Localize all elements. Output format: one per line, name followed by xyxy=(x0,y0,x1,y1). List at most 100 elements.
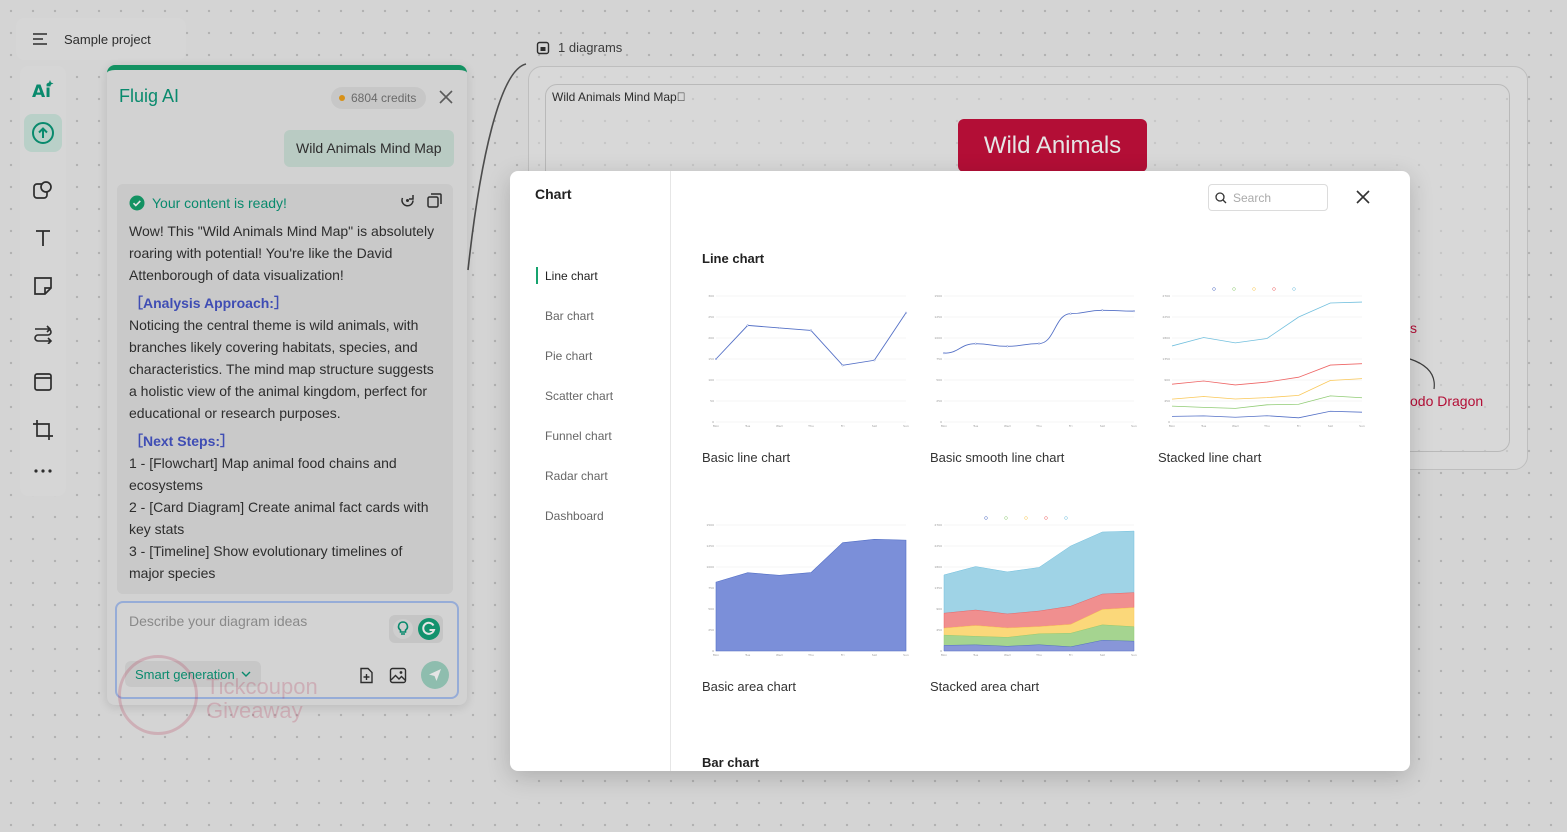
series-line xyxy=(1171,301,1363,347)
x-tick-label: Tue xyxy=(744,424,750,428)
chart-card[interactable]: 0 450 900 1350 1800 2250 2700 Mon Tue Wed Thu Fri Sa… xyxy=(1158,286,1368,465)
y-tick-label: 1350 xyxy=(1162,357,1170,361)
chart-card-label: Basic line chart xyxy=(702,450,791,465)
y-tick-label: 1250 xyxy=(934,315,942,319)
legend-marker xyxy=(1252,287,1256,291)
x-tick-label: Sun xyxy=(1131,653,1137,657)
basic-area-chart-thumbnail: 0250500750100012501500Mon Tue Wed Thu Fri Sat… xyxy=(706,523,909,657)
y-tick-label: 750 xyxy=(708,586,714,590)
chart-gallery: Line chart 0 50 100 150 200 250 300 Mon Tue Wed Th… xyxy=(702,171,1402,771)
y-tick-label: 1000 xyxy=(934,336,942,340)
y-tick-label: 250 xyxy=(708,628,714,632)
data-point xyxy=(974,342,977,345)
y-tick-label: 450 xyxy=(1164,399,1170,403)
x-tick-label: Sun xyxy=(903,424,909,428)
legend-marker xyxy=(984,516,988,520)
y-tick-label: 150 xyxy=(708,357,714,361)
basic-line-chart-thumbnail: 050100150200250300Mon Tue Wed Thu Fri Sat Sun xyxy=(708,294,909,428)
nav-bar-chart[interactable]: Bar chart xyxy=(536,305,613,345)
y-tick-label: 2700 xyxy=(1162,294,1170,298)
legend-marker xyxy=(1272,287,1276,291)
y-tick-label: 1350 xyxy=(934,586,942,590)
x-tick-label: Tue xyxy=(972,653,978,657)
category-nav: Line chart Bar chart Pie chart Scatter c… xyxy=(536,265,613,545)
y-tick-label: 750 xyxy=(936,357,942,361)
y-tick-label: 2700 xyxy=(934,523,942,527)
x-tick-label: Fri xyxy=(1297,424,1301,428)
data-point xyxy=(1132,310,1135,313)
y-tick-label: 2250 xyxy=(934,544,942,548)
nav-line-chart[interactable]: Line chart xyxy=(536,265,613,305)
chart-card-label: Basic smooth line chart xyxy=(930,450,1065,465)
x-tick-label: Mon xyxy=(941,424,947,428)
series-line xyxy=(715,312,907,366)
x-tick-label: Tue xyxy=(972,424,978,428)
y-tick-label: 1500 xyxy=(934,294,942,298)
chart-card[interactable]: 0 250 500 750 1000 1250 1500 Mon Tue Wed Thu Fri Sat… xyxy=(702,515,912,694)
y-tick-label: 1800 xyxy=(934,565,942,569)
legend-marker xyxy=(1292,287,1296,291)
chart-card[interactable]: 0 50 100 150 200 250 300 Mon Tue Wed Thu Fri Sat Sun … xyxy=(702,286,912,465)
x-tick-label: Sat xyxy=(872,653,878,657)
chart-card-label: Basic area chart xyxy=(702,679,796,694)
data-point xyxy=(1069,312,1072,315)
y-tick-label: 300 xyxy=(708,294,714,298)
y-tick-label: 450 xyxy=(936,628,942,632)
x-tick-label: Tue xyxy=(744,653,750,657)
x-tick-label: Thu xyxy=(807,653,814,657)
chart-modal: Chart Line chart Bar chart Pie chart Sca… xyxy=(510,171,1410,771)
legend-marker xyxy=(1044,516,1048,520)
x-tick-label: Mon xyxy=(1169,424,1175,428)
x-tick-label: Thu xyxy=(807,424,814,428)
x-tick-label: Mon xyxy=(713,653,719,657)
y-tick-label: 100 xyxy=(708,378,714,382)
y-tick-label: 1500 xyxy=(706,523,714,527)
nav-funnel-chart[interactable]: Funnel chart xyxy=(536,425,613,465)
chart-card-label: Stacked area chart xyxy=(930,679,1040,694)
chart-card[interactable]: 0 450 900 1350 1800 2250 2700 Mon Tue Wed Thu Fri Sa… xyxy=(930,515,1140,694)
stacked-line-chart-thumbnail: 04509001350180022502700Mon Tue Wed Thu Fri Sa… xyxy=(1162,287,1365,428)
section-title-bar: Bar chart xyxy=(702,755,760,770)
x-tick-label: Wed xyxy=(776,653,783,657)
series-area xyxy=(715,538,907,652)
y-tick-label: 1250 xyxy=(706,544,714,548)
x-tick-label: Sun xyxy=(1131,424,1137,428)
x-tick-label: Thu xyxy=(1263,424,1270,428)
chart-card[interactable]: 0 250 500 750 1000 1250 1500 Mon Tue Wed Thu Fri Sat… xyxy=(930,286,1140,465)
x-tick-label: Wed xyxy=(1004,653,1011,657)
series-line xyxy=(1171,410,1363,419)
series-line xyxy=(1171,363,1363,386)
x-tick-label: Sat xyxy=(872,424,878,428)
data-point xyxy=(1037,342,1040,345)
x-tick-label: Mon xyxy=(941,653,947,657)
data-point xyxy=(942,352,945,355)
nav-scatter-chart[interactable]: Scatter chart xyxy=(536,385,613,425)
smooth-line-chart-thumbnail: 0250500750100012501500Mon Tue Wed Thu Fri Sat… xyxy=(934,294,1137,428)
nav-dashboard[interactable]: Dashboard xyxy=(536,505,613,545)
nav-pie-chart[interactable]: Pie chart xyxy=(536,345,613,385)
chart-category-sidebar: Chart Line chart Bar chart Pie chart Sca… xyxy=(510,171,671,771)
legend-marker xyxy=(1004,516,1008,520)
legend-marker xyxy=(1064,516,1068,520)
nav-radar-chart[interactable]: Radar chart xyxy=(536,465,613,505)
data-point xyxy=(1101,309,1104,312)
y-tick-label: 250 xyxy=(708,315,714,319)
data-point xyxy=(841,364,844,367)
x-tick-label: Tue xyxy=(1200,424,1206,428)
x-tick-label: Mon xyxy=(713,424,719,428)
legend-marker xyxy=(1212,287,1216,291)
data-point xyxy=(809,329,812,332)
y-tick-label: 900 xyxy=(1164,378,1170,382)
data-point xyxy=(1006,345,1009,348)
stacked-area-chart-thumbnail: 04509001350180022502700Mon Tue Wed Thu Fri Sa… xyxy=(934,516,1137,657)
x-tick-label: Sun xyxy=(903,653,909,657)
y-tick-label: 50 xyxy=(710,399,714,403)
x-tick-label: Thu xyxy=(1035,653,1042,657)
y-tick-label: 250 xyxy=(936,399,942,403)
data-point xyxy=(746,324,749,327)
y-tick-label: 2250 xyxy=(1162,315,1170,319)
x-tick-label: Sat xyxy=(1328,424,1334,428)
x-tick-label: Sat xyxy=(1100,424,1106,428)
data-point xyxy=(714,357,717,360)
x-tick-label: Wed xyxy=(1004,424,1011,428)
